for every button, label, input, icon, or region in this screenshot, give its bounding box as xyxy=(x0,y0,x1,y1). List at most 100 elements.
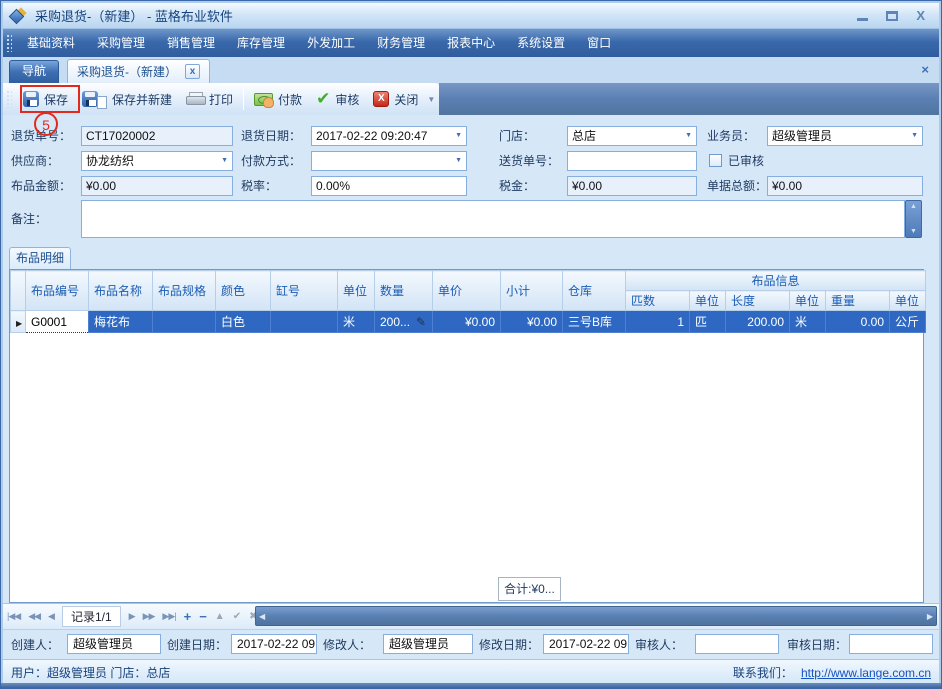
tab-purchase-return[interactable]: 采购退货-（新建） x xyxy=(67,59,210,83)
col-name[interactable]: 布品名称 xyxy=(89,271,153,311)
pencil-icon: ✎ xyxy=(416,315,426,329)
tab-navigation[interactable]: 导航 xyxy=(9,60,59,83)
chevron-down-icon[interactable]: ▼ xyxy=(452,127,462,145)
remark-scrollbar[interactable]: ▲ ▼ xyxy=(905,200,922,238)
cell-code[interactable]: G0001 xyxy=(26,311,89,333)
nav-edit-button[interactable]: ▲ xyxy=(215,611,225,622)
supplier-combo[interactable]: 协龙纺织 ▼ xyxy=(81,151,233,171)
close-window-button[interactable]: X xyxy=(916,9,925,22)
tax-label: 税金： xyxy=(499,176,535,196)
cell-weight-unit[interactable]: 公斤 xyxy=(890,311,926,333)
nav-prior-page-button[interactable]: ◀◀ xyxy=(28,611,40,622)
tab-fabric-detail[interactable]: 布品明细 xyxy=(9,247,71,269)
chevron-down-icon[interactable]: ▼ xyxy=(218,152,228,170)
return-date-combo[interactable]: 2017-02-22 09:20:47 ▼ xyxy=(311,126,467,146)
col-pieces-unit[interactable]: 单位 xyxy=(690,291,726,311)
scroll-up-icon[interactable]: ▲ xyxy=(910,203,917,210)
cell-unit[interactable]: 米 xyxy=(338,311,375,333)
payment-button[interactable]: 付款 xyxy=(247,88,309,111)
nav-insert-button[interactable]: + xyxy=(184,609,192,624)
close-doc-button[interactable]: X 关闭 xyxy=(366,88,425,111)
title-bar: 采购退货-（新建） - 蓝格布业软件 X xyxy=(3,3,939,29)
col-code[interactable]: 布品编号 xyxy=(26,271,89,311)
check-icon: ✔ xyxy=(316,91,330,107)
col-group-fabric-info[interactable]: 布品信息 xyxy=(626,271,926,291)
cell-length[interactable]: 200.00 xyxy=(726,311,790,333)
maximize-button[interactable] xyxy=(886,11,898,21)
col-weight-unit[interactable]: 单位 xyxy=(890,291,926,311)
store-combo[interactable]: 总店 ▼ xyxy=(567,126,697,146)
cell-subtotal[interactable]: ¥0.00 xyxy=(501,311,563,333)
nav-post-button[interactable]: ✔ xyxy=(233,611,241,622)
col-length[interactable]: 长度 xyxy=(726,291,790,311)
menu-purchase[interactable]: 采购管理 xyxy=(86,29,156,57)
chevron-down-icon[interactable]: ▼ xyxy=(452,152,462,170)
status-bar: 用户：超级管理员 门店：总店 联系我们： http://www.lange.co… xyxy=(3,659,939,685)
menu-inventory[interactable]: 库存管理 xyxy=(226,29,296,57)
save-and-new-button[interactable]: 保存并新建 xyxy=(75,87,179,112)
col-weight[interactable]: 重量 xyxy=(826,291,890,311)
menu-reports[interactable]: 报表中心 xyxy=(436,29,506,57)
tax-rate-value: 0.00% xyxy=(316,177,462,195)
horizontal-scrollbar[interactable]: ◀ ▶ xyxy=(255,606,937,626)
chevron-down-icon[interactable]: ▼ xyxy=(908,127,918,145)
nav-prior-button[interactable]: ◀ xyxy=(48,611,54,622)
col-unit[interactable]: 单位 xyxy=(338,271,375,311)
cell-color[interactable]: 白色 xyxy=(216,311,271,333)
menu-settings[interactable]: 系统设置 xyxy=(506,29,576,57)
toolbar: 保存 保存并新建 打印 付款 ✔ 审核 X 关闭 ▼ xyxy=(3,83,439,115)
cell-warehouse[interactable]: 三号B库 xyxy=(563,311,626,333)
table-row[interactable]: ▶ G0001 梅花布 白色 米 200...✎ ¥0.00 ¥0.00 三号B… xyxy=(11,311,926,333)
tab-close-icon[interactable]: x xyxy=(185,64,200,79)
total-amount-label: 单据总额： xyxy=(707,176,767,196)
menu-window[interactable]: 窗口 xyxy=(576,29,622,57)
nav-delete-button[interactable]: − xyxy=(199,609,207,624)
nav-next-page-button[interactable]: ▶▶ xyxy=(143,611,155,622)
col-spec[interactable]: 布品规格 xyxy=(153,271,216,311)
print-button[interactable]: 打印 xyxy=(179,88,240,111)
cell-pieces-unit[interactable]: 匹 xyxy=(690,311,726,333)
audited-checkbox[interactable] xyxy=(709,154,722,167)
col-qty[interactable]: 数量 xyxy=(375,271,433,311)
scroll-left-icon[interactable]: ◀ xyxy=(259,612,265,621)
menu-base-data[interactable]: 基础资料 xyxy=(16,29,86,57)
salesman-combo[interactable]: 超级管理员 ▼ xyxy=(767,126,923,146)
menu-finance[interactable]: 财务管理 xyxy=(366,29,436,57)
scroll-right-icon[interactable]: ▶ xyxy=(927,612,933,621)
tabstrip-close-icon[interactable]: × xyxy=(921,62,929,77)
cell-qty[interactable]: 200...✎ xyxy=(375,311,433,333)
col-length-unit[interactable]: 单位 xyxy=(790,291,826,311)
cell-price[interactable]: ¥0.00 xyxy=(433,311,501,333)
col-warehouse[interactable]: 仓库 xyxy=(563,271,626,311)
chevron-down-icon[interactable]: ▼ xyxy=(682,127,692,145)
minimize-button[interactable] xyxy=(857,18,868,21)
cell-length-unit[interactable]: 米 xyxy=(790,311,826,333)
col-pieces[interactable]: 匹数 xyxy=(626,291,690,311)
col-price[interactable]: 单价 xyxy=(433,271,501,311)
save-button[interactable]: 保存 xyxy=(16,88,75,111)
nav-next-button[interactable]: ▶ xyxy=(129,611,135,622)
col-dye-lot[interactable]: 缸号 xyxy=(271,271,338,311)
chevron-down-icon[interactable]: ▼ xyxy=(427,95,435,104)
remark-field[interactable] xyxy=(81,200,905,238)
audit-button[interactable]: ✔ 审核 xyxy=(309,88,366,111)
payment-method-combo[interactable]: ▼ xyxy=(311,151,467,171)
menu-sales[interactable]: 销售管理 xyxy=(156,29,226,57)
col-subtotal[interactable]: 小计 xyxy=(501,271,563,311)
nav-last-button[interactable]: ▶▶| xyxy=(162,611,175,622)
cell-weight[interactable]: 0.00 xyxy=(826,311,890,333)
delivery-no-field[interactable] xyxy=(567,151,697,171)
tax-rate-field[interactable]: 0.00% xyxy=(311,176,467,196)
return-no-field[interactable]: CT17020002 xyxy=(81,126,233,146)
website-link[interactable]: http://www.lange.com.cn xyxy=(801,666,931,680)
col-color[interactable]: 颜色 xyxy=(216,271,271,311)
nav-first-button[interactable]: |◀◀ xyxy=(7,611,20,622)
scroll-down-icon[interactable]: ▼ xyxy=(910,228,917,235)
auditor-label: 审核人： xyxy=(635,635,683,655)
cell-spec[interactable] xyxy=(153,311,216,333)
cell-dye-lot[interactable] xyxy=(271,311,338,333)
save-label: 保存 xyxy=(44,91,68,108)
cell-name[interactable]: 梅花布 xyxy=(89,311,153,333)
menu-outsourcing[interactable]: 外发加工 xyxy=(296,29,366,57)
cell-pieces[interactable]: 1 xyxy=(626,311,690,333)
